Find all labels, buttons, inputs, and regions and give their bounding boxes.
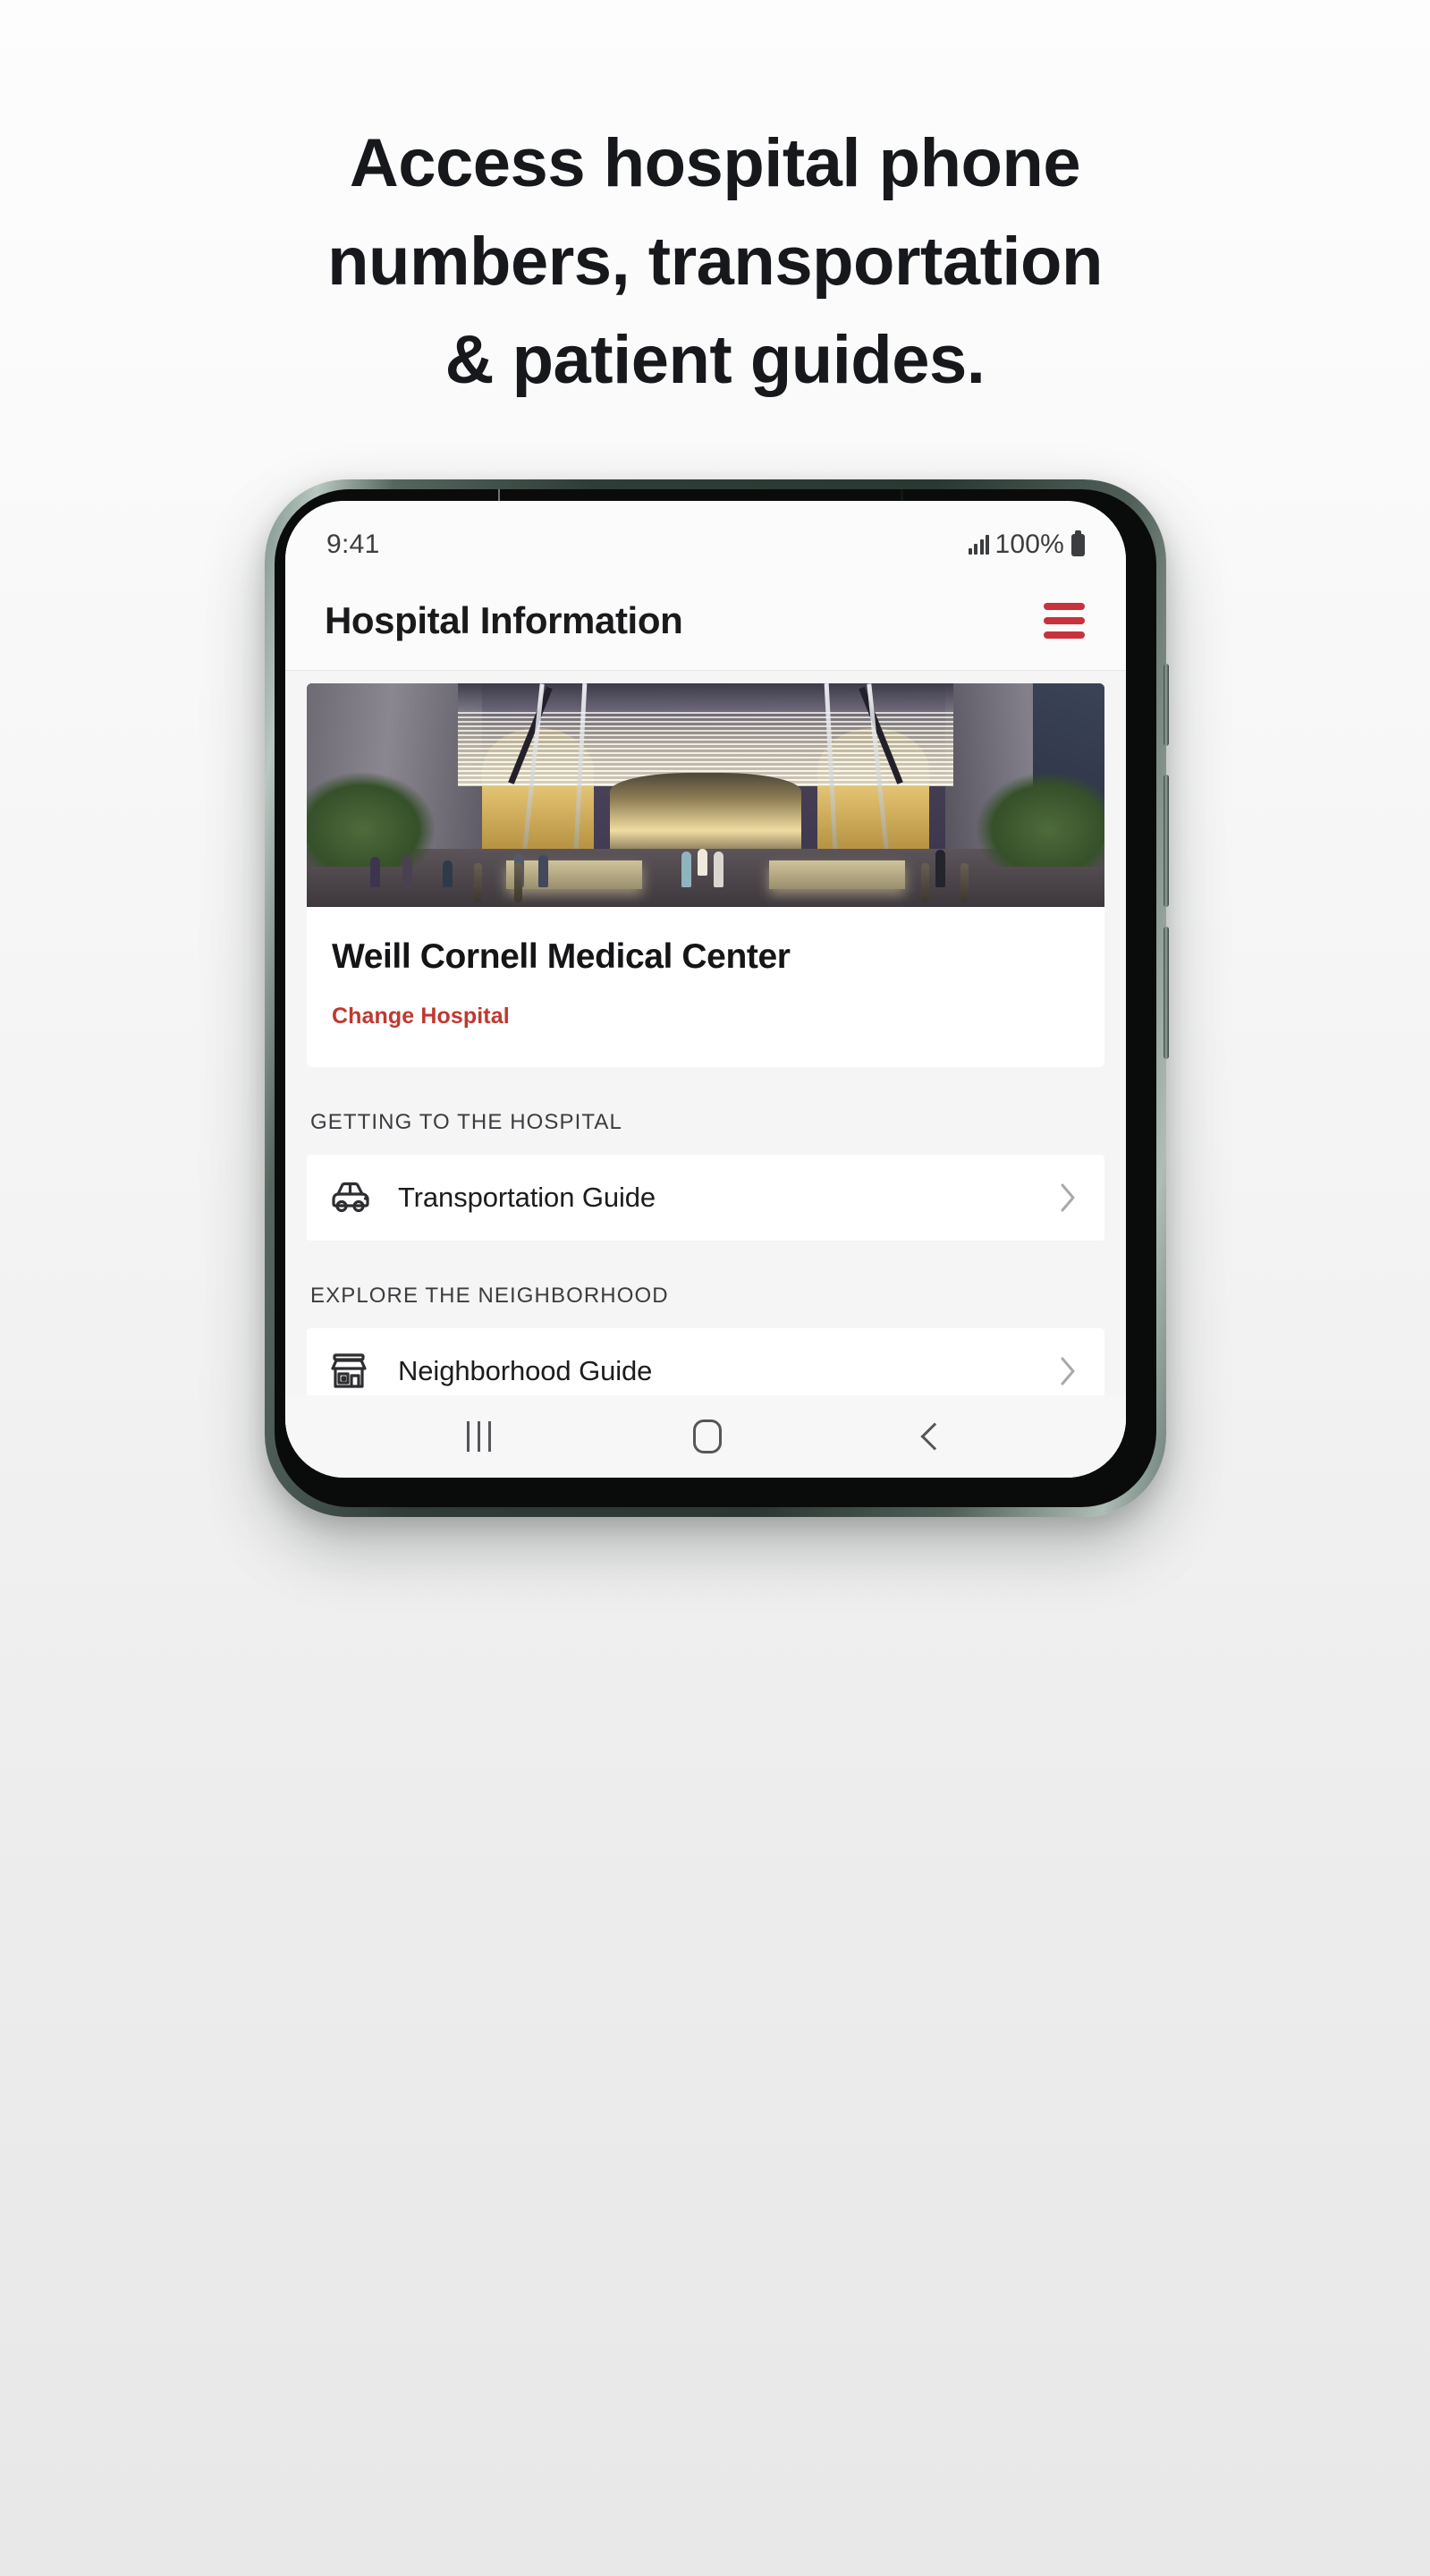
page-headline: Access hospital phone numbers, transport… [0,114,1430,411]
hospital-card-body: Weill Cornell Medical Center Change Hosp… [307,907,1104,1067]
change-hospital-link[interactable]: Change Hospital [332,1004,510,1030]
home-icon[interactable] [693,1419,723,1453]
list-item-label: Neighborhood Guide [398,1355,653,1386]
app-header: Hospital Information [285,571,1126,671]
hamburger-menu-icon[interactable] [1044,597,1085,644]
volume-up-button[interactable] [1163,664,1169,746]
status-indicators: 100% [968,530,1085,560]
back-icon[interactable] [920,1422,949,1451]
headline-line-3: & patient guides. [444,322,986,399]
screen-content[interactable]: Weill Cornell Medical Center Change Hosp… [285,671,1126,1478]
section-label-getting-to-the-hospital: GETTING TO THE HOSPITAL [310,1110,622,1134]
page-title: Hospital Information [325,598,683,641]
car-icon [330,1180,385,1216]
recents-icon[interactable] [467,1421,492,1452]
chevron-right-icon [1054,1355,1081,1387]
antenna-seam-left [498,489,500,502]
hospital-entrance-photo [307,683,1104,907]
section-label-explore-the-neighborhood: EXPLORE THE NEIGHBORHOOD [310,1284,669,1308]
hospital-card: Weill Cornell Medical Center Change Hosp… [307,683,1104,1067]
signal-bars-icon [968,535,990,555]
status-time: 9:41 [326,530,380,559]
power-button[interactable] [1163,927,1169,1059]
storefront-icon [330,1352,385,1390]
headline-line-2: numbers, transportation [327,224,1103,301]
list-item-label: Transportation Guide [398,1182,656,1213]
volume-down-button[interactable] [1163,775,1169,907]
status-bar: 9:41 100% [285,501,1126,571]
phone-mockup: 9:41 100% Hospital Information Weill Cor… [265,479,1169,1517]
list-group-getting-to-the-hospital: Transportation Guide [307,1155,1104,1241]
android-nav-bar [285,1395,1126,1478]
battery-full-icon [1071,530,1085,556]
headline-line-1: Access hospital phone [349,125,1081,201]
hospital-name: Weill Cornell Medical Center [332,937,791,976]
chevron-right-icon [1054,1182,1081,1214]
list-item-transportation-guide[interactable]: Transportation Guide [307,1155,1104,1241]
phone-screen: 9:41 100% Hospital Information Weill Cor… [285,501,1126,1478]
battery-percent: 100% [994,530,1064,559]
